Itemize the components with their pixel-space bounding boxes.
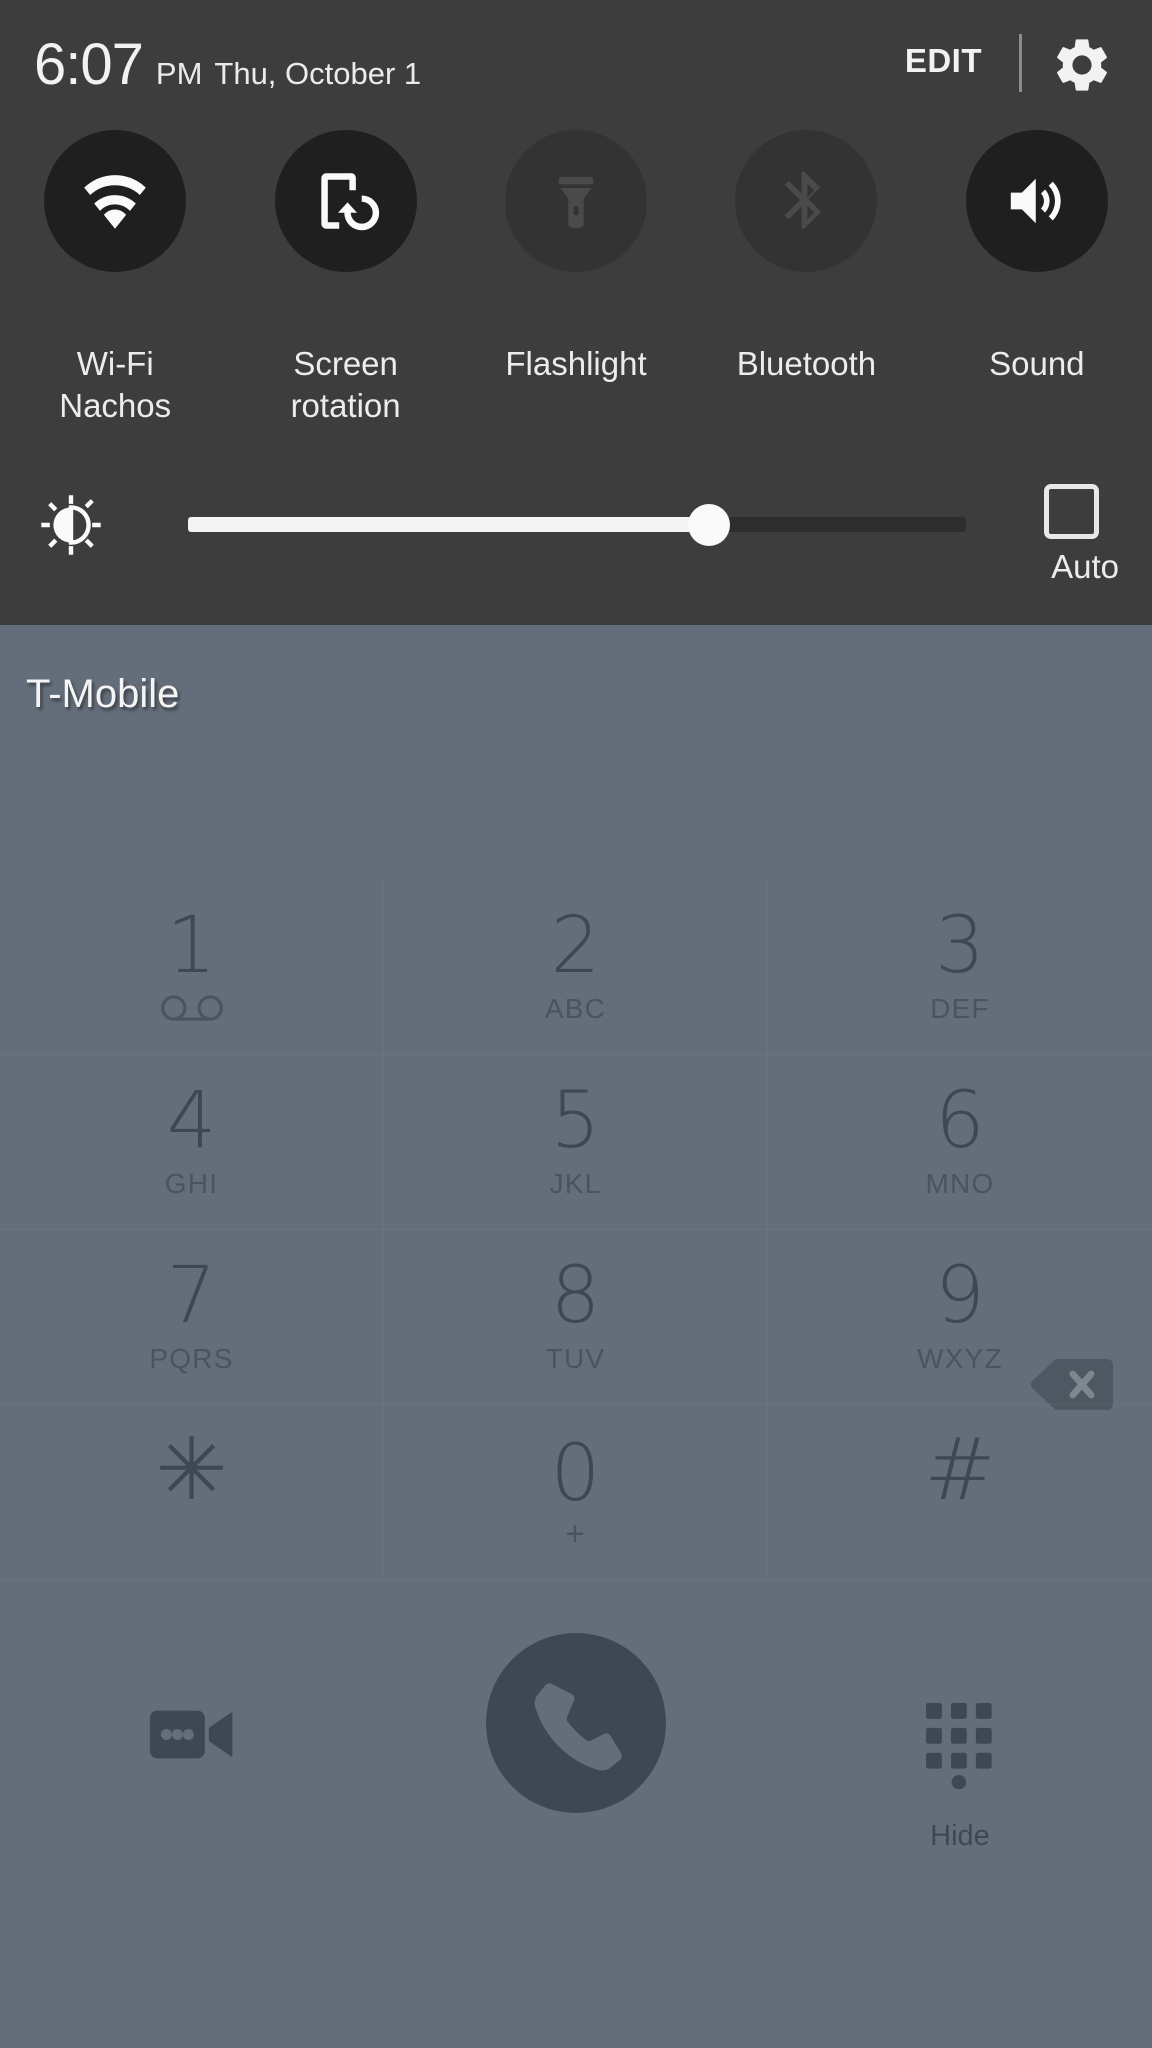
clock-ampm: PM	[155, 56, 203, 91]
dialpad-key-letters: ABC	[544, 993, 607, 1025]
dialpad-key-8[interactable]: 8 TUV	[384, 1230, 768, 1405]
dialpad-key-1[interactable]: 1	[0, 880, 384, 1055]
dialpad-key-letters: TUV	[545, 1343, 606, 1375]
auto-brightness-checkbox[interactable]	[1044, 484, 1099, 539]
auto-brightness-label: Auto	[1051, 548, 1119, 585]
call-button[interactable]	[384, 1585, 768, 1813]
call-button-circle	[486, 1633, 666, 1813]
brightness-slider-thumb[interactable]	[688, 504, 731, 546]
quick-settings-header: 6:07 PM Thu, October 1 EDIT	[0, 0, 1152, 120]
dialpad-key-letters: MNO	[925, 1168, 995, 1200]
brightness-slider[interactable]	[188, 504, 966, 546]
dialer-action-bar: Hide	[0, 1585, 1152, 2048]
toggle-label-screen-rotation: Screen rotation	[230, 343, 460, 427]
carrier-label: T-Mobile	[26, 672, 180, 716]
toggle-screen-rotation[interactable]	[230, 120, 460, 355]
dialpad-grid: 1 2 ABC 3 DEF 4 GHI 5 JKL 6 MNO 7 PQRS 8 TUV 9 WXYZ ✳ 0 + #	[0, 880, 1152, 1580]
phone-number-field[interactable]	[26, 745, 926, 855]
dialpad-key-#[interactable]: #	[768, 1405, 1152, 1580]
dialpad-key-letters: +	[564, 1515, 587, 1554]
dialpad-key-digit: 3	[935, 900, 985, 991]
toggle-sound[interactable]	[922, 120, 1152, 355]
phone-screen: 6:07 PM Thu, October 1 EDIT Wi-Fi Nachos…	[0, 0, 1152, 2048]
quick-settings-panel: 6:07 PM Thu, October 1 EDIT Wi-Fi Nachos…	[0, 0, 1152, 625]
clock-date: Thu, October 1	[214, 56, 422, 91]
dialpad-key-digit: ✳	[155, 1420, 228, 1521]
brightness-icon	[38, 492, 104, 558]
status-clock: 6:07 PM Thu, October 1	[34, 36, 421, 94]
dialpad-key-2[interactable]: 2 ABC	[384, 880, 768, 1055]
toggle-label-wifi-sub: Nachos	[59, 386, 172, 424]
dialpad-key-0[interactable]: 0 +	[384, 1405, 768, 1580]
dialpad-key-digit: 7	[166, 1250, 217, 1341]
dialpad-key-letters: GHI	[164, 1168, 219, 1200]
dialpad-key-digit: #	[923, 1420, 997, 1521]
dialpad-key-6[interactable]: 6 MNO	[768, 1055, 1152, 1230]
dialpad-key-digit: 0	[550, 1428, 601, 1519]
dialpad-key-7[interactable]: 7 PQRS	[0, 1230, 384, 1405]
keypad-icon	[926, 1703, 994, 1794]
toggle-label-screen-rotation-sub: rotation	[290, 386, 401, 424]
toggle-bluetooth[interactable]	[691, 120, 921, 355]
dialpad-key-digit: 2	[550, 900, 601, 991]
dialpad-key-letters: JKL	[549, 1168, 602, 1200]
video-call-button[interactable]	[0, 1585, 384, 1769]
sound-icon	[965, 130, 1108, 272]
clock-time: 6:07	[34, 32, 144, 97]
dialer-screen: T-Mobile 1 2 ABC 3 DEF 4 GHI 5 JKL 6 MNO 7 PQRS 8 TUV 9…	[0, 625, 1152, 2048]
gear-icon[interactable]	[1050, 33, 1114, 97]
dialpad-key-digit: 6	[935, 1075, 985, 1166]
voicemail-icon	[160, 995, 223, 1025]
dialpad-key-digit: 8	[550, 1250, 601, 1341]
dialpad-key-letters: DEF	[930, 993, 990, 1025]
edit-button[interactable]: EDIT	[905, 42, 982, 80]
toggle-wifi[interactable]	[0, 120, 230, 355]
flashlight-icon	[505, 130, 648, 272]
dialpad-key-3[interactable]: 3 DEF	[768, 880, 1152, 1055]
screen-rotation-icon	[274, 130, 417, 272]
toggle-label-bluetooth: Bluetooth	[691, 343, 921, 427]
toggle-label-row: Wi-Fi Nachos Screen rotation Flashlight …	[0, 343, 1152, 427]
dialpad-key-✳[interactable]: ✳	[0, 1405, 384, 1580]
dialpad-key-5[interactable]: 5 JKL	[384, 1055, 768, 1230]
video-call-icon	[148, 1705, 236, 1769]
dialpad-key-digit: 1	[166, 900, 217, 991]
dialpad-key-letters: WXYZ	[917, 1343, 1003, 1375]
brightness-row: Auto	[0, 470, 1152, 610]
hide-keypad-button[interactable]: Hide	[768, 1585, 1152, 1853]
dialpad-key-letters: PQRS	[149, 1343, 234, 1375]
dialpad-key-digit: 9	[935, 1250, 985, 1341]
dialpad-key-digit: 5	[550, 1075, 601, 1166]
hide-keypad-label: Hide	[930, 1820, 990, 1852]
dialpad-key-9[interactable]: 9 WXYZ	[768, 1230, 1152, 1405]
quick-toggle-row	[0, 120, 1152, 355]
wifi-icon	[44, 130, 187, 272]
toggle-label-flashlight: Flashlight	[461, 343, 691, 427]
dialpad-key-digit: 4	[166, 1075, 217, 1166]
dialpad-key-4[interactable]: 4 GHI	[0, 1055, 384, 1230]
brightness-slider-fill	[188, 517, 710, 532]
header-divider	[1019, 34, 1022, 92]
toggle-label-wifi: Wi-Fi Nachos	[0, 343, 230, 427]
bluetooth-icon	[735, 130, 878, 272]
toggle-flashlight[interactable]	[461, 120, 691, 355]
toggle-label-sound: Sound	[922, 343, 1152, 427]
